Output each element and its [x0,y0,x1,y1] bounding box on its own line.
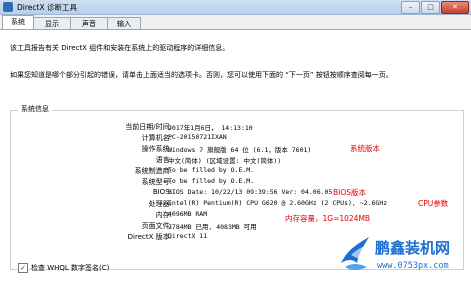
bird-logo-icon [341,237,369,270]
row-label-processor: 处理器: [148,200,172,208]
annotation-bios-version: BIOS版本 [333,188,367,197]
title-bar: DirectX 诊断工具 – □ ✕ [0,0,471,15]
intro-text-2: 如果您知道是哪个部分引起的错误，请单击上面适当的选项卡。否则，您可以使用下面的 … [10,71,393,79]
row-value-computer-name: PC-20150721IXAN [168,133,227,141]
row-value-processor: Intel(R) Pentium(R) CPU G620 @ 2.60GHz (… [168,199,388,207]
row-label-memory: 内存: [155,211,172,219]
system-tab-panel: 该工具报告有关 DirectX 组件和安装在系统上的驱动程序的详细信息。 如果您… [0,29,471,277]
whql-checkbox-label[interactable]: 检查 WHQL 数字签名(C) [31,263,109,273]
row-value-language: 中文(简体) (区域设置: 中文(简体)) [168,157,282,165]
whql-checkbox[interactable]: ✓ [18,263,28,273]
tab-strip: 系统 显示 声音 输入 [0,15,471,30]
annotation-memory-capacity: 内存容量，1G=1024MB [285,214,371,223]
row-label-directx: DirectX 版本: [127,233,172,241]
system-info-title: 系统信息 [18,104,52,114]
row-label-datetime: 当前日期/时间: [125,123,172,131]
tab-system[interactable]: 系统 [2,15,34,30]
directx-app-icon [3,2,13,12]
row-value-datetime: 2017年1月6日， 14:13:10 [168,124,253,132]
row-label-computer-name: 计算机名: [141,134,172,142]
annotation-os-version: 系统版本 [350,144,380,153]
intro-text-1: 该工具报告有关 DirectX 组件和安装在系统上的驱动程序的详细信息。 [10,44,230,52]
row-value-directx: DirectX 11 [168,232,208,240]
annotation-cpu-params: CPU参数 [418,199,449,208]
row-label-model: 系统型号: [141,178,172,186]
window-controls: – □ ✕ [401,1,469,14]
row-value-bios: BIOS Date: 10/22/13 09:39:56 Ver: 04.06.… [168,188,333,196]
row-value-pagefile: 2784MB 已用, 4083MB 可用 [168,223,257,231]
close-button[interactable]: ✕ [441,1,469,14]
row-label-os: 操作系统: [141,145,172,153]
row-value-os: Windows 7 旗舰版 64 位 (6.1，版本 7601) [168,146,312,154]
row-label-bios: BIOS: [152,188,172,196]
watermark-site-name: 鹏鑫装机网 [375,239,451,257]
window-title: DirectX 诊断工具 [17,3,77,12]
row-label-pagefile: 页面文件: [141,222,172,230]
site-watermark: 鹏鑫装机网 www.0753px.com [337,231,471,286]
row-label-manufacturer: 系统制造商: [134,167,172,175]
maximize-button[interactable]: □ [421,1,440,14]
row-value-model: To be filled by O.E.M. [168,177,255,185]
row-value-manufacturer: To be filled by O.E.M. [168,166,255,174]
watermark-site-url: www.0753px.com [377,261,449,271]
row-value-memory: 4096MB RAM [168,210,208,218]
minimize-button[interactable]: – [401,1,420,14]
row-label-language: 语言: [155,156,172,164]
